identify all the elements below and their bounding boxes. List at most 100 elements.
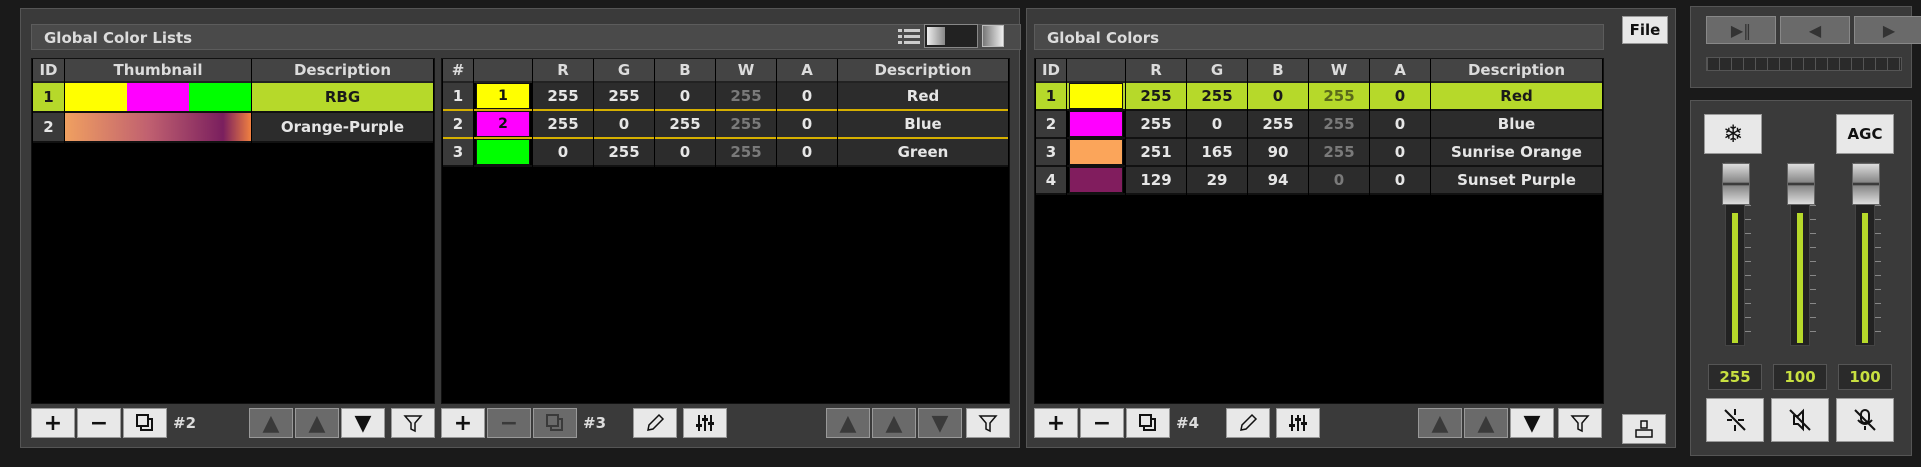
edit-button[interactable] bbox=[633, 408, 677, 438]
cell-description: Sunset Purple bbox=[1431, 167, 1602, 195]
filter-button[interactable] bbox=[1558, 408, 1602, 438]
previous-button[interactable]: ◀ bbox=[1780, 16, 1850, 44]
col-header-description[interactable]: Description bbox=[838, 59, 1008, 83]
cell-b: 0 bbox=[1248, 83, 1308, 111]
swatch-cell[interactable] bbox=[1067, 111, 1125, 139]
duplicate-button[interactable] bbox=[123, 408, 167, 438]
gradient-view-icon[interactable] bbox=[982, 25, 1004, 47]
mic-mute-button[interactable] bbox=[1836, 398, 1894, 442]
fader-audio[interactable] bbox=[1852, 162, 1880, 346]
col-header-b[interactable]: B bbox=[655, 59, 715, 83]
filter-button[interactable] bbox=[966, 408, 1010, 438]
mixer-button[interactable] bbox=[683, 408, 727, 438]
col-header-index[interactable]: # bbox=[443, 59, 473, 83]
color-lists-toolbar: + − #2 ▲ ▲ ▼ bbox=[31, 408, 435, 442]
col-header-a[interactable]: A bbox=[777, 59, 837, 83]
mixer-button[interactable] bbox=[1276, 408, 1320, 438]
next-button[interactable]: ▶ bbox=[1854, 16, 1921, 44]
table-row[interactable]: 2 Orange-Purple bbox=[33, 113, 433, 143]
swatch-cell[interactable]: 1 bbox=[474, 83, 532, 111]
row-id: 3 bbox=[1036, 139, 1066, 167]
col-header-swatch[interactable] bbox=[1067, 59, 1125, 83]
freeze-button[interactable]: ❄ bbox=[1704, 114, 1762, 154]
cell-g: 0 bbox=[1187, 111, 1247, 139]
row-index: 2 bbox=[443, 111, 473, 139]
col-header-description[interactable]: Description bbox=[1431, 59, 1602, 83]
col-header-w[interactable]: W bbox=[716, 59, 776, 83]
file-button[interactable]: File bbox=[1622, 16, 1668, 44]
cell-r: 255 bbox=[533, 111, 593, 139]
table-row[interactable]: 1 1 255 255 0 255 0 Red bbox=[443, 83, 1008, 111]
add-button[interactable]: + bbox=[31, 408, 75, 438]
swatch-cell[interactable] bbox=[1067, 83, 1125, 111]
cell-description: Red bbox=[1431, 83, 1602, 111]
move-down-button[interactable]: ▼ bbox=[1510, 408, 1554, 438]
table-row[interactable]: 2 255 0 255 255 0 Blue bbox=[1036, 111, 1602, 139]
playback-scrubber[interactable] bbox=[1706, 57, 1902, 71]
move-top-button[interactable]: ▲ bbox=[1418, 408, 1462, 438]
export-icon bbox=[1635, 420, 1653, 438]
strobe-button[interactable] bbox=[1706, 398, 1764, 442]
remove-global-color-button[interactable]: − bbox=[1080, 408, 1124, 438]
duplicate-global-color-button[interactable] bbox=[1126, 408, 1170, 438]
filter-button[interactable] bbox=[391, 408, 435, 438]
table-row[interactable]: 1 RBG bbox=[33, 83, 433, 113]
table-row[interactable]: 3 0 255 0 255 0 Green bbox=[443, 139, 1008, 167]
move-down-button[interactable]: ▼ bbox=[341, 408, 385, 438]
fader-master[interactable] bbox=[1722, 162, 1750, 346]
col-header-swatch[interactable] bbox=[474, 59, 532, 83]
sliders-icon bbox=[696, 415, 714, 431]
cell-g: 0 bbox=[594, 111, 654, 139]
col-header-w[interactable]: W bbox=[1309, 59, 1369, 83]
col-header-id[interactable]: ID bbox=[1036, 59, 1066, 83]
col-header-description[interactable]: Description bbox=[252, 59, 433, 83]
cell-r: 251 bbox=[1126, 139, 1186, 167]
row-id: 2 bbox=[1036, 111, 1066, 139]
col-header-r[interactable]: R bbox=[533, 59, 593, 83]
table-row[interactable]: 4 129 29 94 0 0 Sunset Purple bbox=[1036, 167, 1602, 195]
fader-value-audio: 100 bbox=[1838, 364, 1892, 390]
fader-knob[interactable] bbox=[1722, 163, 1750, 205]
cell-w: 255 bbox=[716, 83, 776, 111]
table-row[interactable]: 1 255 255 0 255 0 Red bbox=[1036, 83, 1602, 111]
duplicate-color-button[interactable] bbox=[533, 408, 577, 438]
col-header-r[interactable]: R bbox=[1126, 59, 1186, 83]
swatch-cell[interactable]: 2 bbox=[474, 111, 532, 139]
color-count: #3 bbox=[583, 414, 607, 432]
fader-strobe[interactable] bbox=[1787, 162, 1815, 346]
pencil-icon bbox=[1240, 413, 1258, 431]
filter-icon bbox=[1570, 415, 1590, 433]
fader-knob[interactable] bbox=[1852, 163, 1880, 205]
cell-b: 0 bbox=[655, 139, 715, 167]
swatch-cell[interactable] bbox=[1067, 139, 1125, 167]
move-down-button[interactable]: ▼ bbox=[918, 408, 962, 438]
col-header-id[interactable]: ID bbox=[33, 59, 64, 83]
swatch-cell[interactable] bbox=[1067, 167, 1125, 195]
table-row[interactable]: 3 251 165 90 255 0 Sunrise Orange bbox=[1036, 139, 1602, 167]
move-up-button[interactable]: ▲ bbox=[1464, 408, 1508, 438]
col-header-thumbnail[interactable]: Thumbnail bbox=[65, 59, 251, 83]
remove-color-button[interactable]: − bbox=[487, 408, 531, 438]
move-top-button[interactable]: ▲ bbox=[249, 408, 293, 438]
export-button[interactable] bbox=[1622, 414, 1666, 444]
fader-knob[interactable] bbox=[1787, 163, 1815, 205]
add-color-button[interactable]: + bbox=[441, 408, 485, 438]
edit-button[interactable] bbox=[1226, 408, 1270, 438]
table-row[interactable]: 2 2 255 0 255 255 0 Blue bbox=[443, 111, 1008, 139]
move-up-button[interactable]: ▲ bbox=[872, 408, 916, 438]
col-header-g[interactable]: G bbox=[1187, 59, 1247, 83]
remove-button[interactable]: − bbox=[77, 408, 121, 438]
agc-button[interactable]: AGC bbox=[1836, 114, 1894, 154]
play-pause-button[interactable]: ▶‖ bbox=[1706, 16, 1776, 44]
list-view-icon[interactable] bbox=[898, 27, 920, 47]
col-header-b[interactable]: B bbox=[1248, 59, 1308, 83]
add-global-color-button[interactable]: + bbox=[1034, 408, 1078, 438]
mute-output-button[interactable] bbox=[1771, 398, 1829, 442]
swatch-cell[interactable] bbox=[474, 139, 532, 167]
col-header-g[interactable]: G bbox=[594, 59, 654, 83]
move-top-button[interactable]: ▲ bbox=[826, 408, 870, 438]
move-up-button[interactable]: ▲ bbox=[295, 408, 339, 438]
col-header-a[interactable]: A bbox=[1370, 59, 1430, 83]
list-colors-table: # R G B W A Description 1 1 255 255 0 25… bbox=[441, 58, 1010, 404]
view-slider-toggle[interactable] bbox=[924, 24, 978, 48]
